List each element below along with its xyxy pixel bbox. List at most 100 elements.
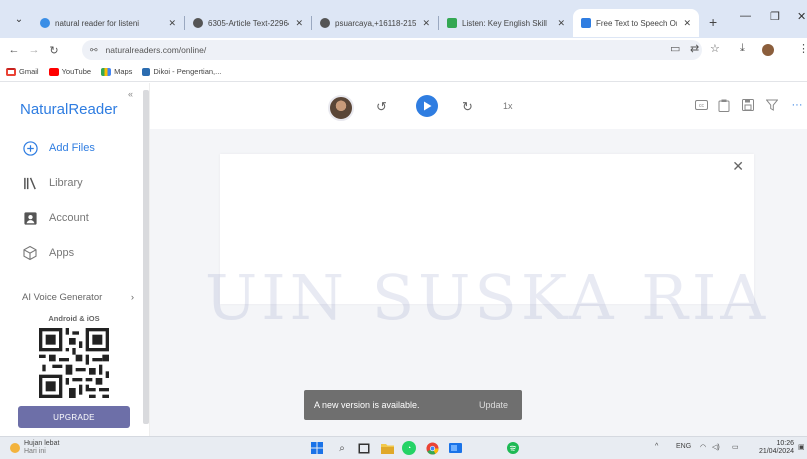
sidebar-item-label: Add Files (49, 142, 95, 154)
globe-icon (193, 18, 203, 28)
more-vertical-icon[interactable]: ⋮ (798, 42, 807, 55)
notification-icon[interactable]: ▣ (798, 443, 805, 451)
bookmark-star-icon[interactable]: ☆ (710, 42, 720, 55)
toast-message: A new version is available. (314, 400, 420, 410)
more-options-icon[interactable]: ··· (790, 98, 804, 112)
download-icon[interactable]: ⤓ (740, 42, 745, 55)
tray-chevron-up-icon[interactable]: ^ (655, 443, 658, 450)
qr-code-icon (39, 328, 109, 398)
bookmark-maps[interactable]: Maps (101, 67, 132, 76)
filter-icon[interactable] (765, 98, 779, 112)
document-icon (447, 18, 457, 28)
apps-icon (22, 245, 38, 261)
url-field[interactable]: ⚯ naturalreaders.com/online/ (82, 40, 702, 60)
sidebar-item-library[interactable]: Library (22, 175, 83, 191)
chrome-icon[interactable] (425, 441, 439, 455)
sidebar-scrollbar[interactable] (143, 90, 149, 424)
upgrade-button[interactable]: UPGRADE (18, 406, 130, 428)
browser-tab-4[interactable]: Listen: Key English Skill ✕ (439, 9, 573, 37)
closed-caption-icon[interactable]: cc (694, 98, 708, 112)
globe-icon (320, 18, 330, 28)
new-tab-plus-icon[interactable]: + (709, 14, 717, 30)
whatsapp-icon[interactable]: ◔ (402, 441, 416, 455)
weather-icon (10, 443, 20, 453)
back-arrow-icon[interactable]: ← (4, 44, 24, 56)
tab-title: natural reader for listeni (55, 18, 140, 28)
url-text: naturalreaders.com/online/ (105, 45, 207, 55)
rewind-icon[interactable]: ↺ (376, 99, 387, 115)
close-window-icon[interactable]: ✕ (797, 10, 806, 23)
voice-avatar[interactable] (328, 95, 354, 121)
logo-text: NaturalReader (20, 101, 118, 118)
site-info-icon[interactable]: ⚯ (90, 45, 98, 56)
browser-tab-1[interactable]: natural reader for listeni ✕ (32, 9, 184, 37)
address-bar-row: ← → ↻ ⚯ naturalreaders.com/online/ ▭ ⇄ ☆… (0, 38, 807, 62)
browser-tab-3[interactable]: psuarcaya,+16118-21555- ✕ (312, 9, 438, 37)
player-toolbar: ↺ ↻ 1x cc ··· (150, 83, 807, 129)
search-icon[interactable]: ⌕ (335, 441, 349, 455)
forward-arrow-icon[interactable]: → (24, 44, 44, 56)
close-icon[interactable]: ✕ (557, 18, 565, 29)
bookmark-label: Gmail (19, 67, 39, 76)
system-clock[interactable]: 10:26 21/04/2024 (752, 440, 794, 456)
naturalreader-logo[interactable]: NaturalReader (20, 101, 118, 118)
windows-taskbar: Hujan lebat Hari ini ⌕ ◔ ^ ENG ◠ ◁) ▭ 10… (0, 436, 807, 459)
android-ios-label: Android & iOS (48, 314, 100, 323)
close-icon[interactable]: ✕ (683, 18, 691, 29)
close-icon[interactable]: ✕ (422, 18, 430, 29)
browser-tab-2[interactable]: 6305-Article Text-22964- ✕ (185, 9, 311, 37)
minimize-icon[interactable]: — (740, 10, 751, 22)
reload-icon[interactable]: ↻ (44, 44, 64, 57)
chevron-right-icon: › (130, 292, 134, 303)
naturalreader-favicon-icon (581, 18, 591, 28)
gmail-icon (6, 67, 16, 76)
tab-title: Free Text to Speech Onli (596, 18, 678, 28)
bookmark-youtube[interactable]: YouTube (48, 67, 92, 76)
language-indicator[interactable]: ENG (676, 443, 691, 450)
volume-icon[interactable]: ◁) (712, 443, 720, 451)
sidebar-item-apps[interactable]: Apps (22, 245, 74, 261)
update-toast: A new version is available. Update (304, 390, 522, 420)
save-icon[interactable] (741, 98, 755, 112)
close-icon[interactable]: ✕ (168, 18, 176, 29)
battery-icon[interactable]: ▭ (732, 443, 739, 451)
maps-icon (101, 67, 112, 76)
toast-update-button[interactable]: Update (479, 400, 508, 410)
sidebar-item-account[interactable]: Account (22, 210, 89, 226)
clock-date: 21/04/2024 (758, 448, 794, 455)
close-icon[interactable]: ✕ (295, 18, 303, 29)
spotify-icon[interactable] (506, 441, 520, 455)
youtube-icon (48, 67, 59, 76)
translate-icon[interactable]: ⇄ (690, 42, 699, 55)
task-view-icon[interactable] (357, 441, 371, 455)
upgrade-label: UPGRADE (53, 412, 95, 422)
chevron-down-icon: ⌄ (14, 13, 24, 25)
windows-start-icon[interactable] (310, 441, 324, 455)
forward-icon[interactable]: ↻ (462, 99, 473, 115)
account-icon (22, 210, 38, 226)
close-icon[interactable]: ✕ (732, 158, 744, 175)
library-icon (22, 175, 38, 191)
tab-title: psuarcaya,+16118-21555- (335, 18, 417, 28)
browser-tab-5-active[interactable]: Free Text to Speech Onli ✕ (573, 9, 699, 37)
plus-circle-icon (22, 140, 38, 156)
tab-search-button[interactable]: ⌄ (6, 9, 32, 29)
maximize-icon[interactable]: ❐ (770, 10, 780, 23)
file-explorer-icon[interactable] (380, 441, 394, 455)
weather-widget[interactable]: Hujan lebat Hari ini (10, 440, 59, 456)
clipboard-icon[interactable] (717, 98, 731, 112)
collapse-sidebar-icon[interactable]: « (128, 89, 133, 99)
cast-icon[interactable]: ▭ (670, 42, 680, 55)
wifi-icon[interactable]: ◠ (700, 443, 706, 451)
profile-avatar[interactable] (762, 44, 774, 56)
bookmark-gmail[interactable]: Gmail (6, 67, 39, 76)
bookmark-label: Dikoi - Pengertian,... (153, 67, 222, 76)
speed-control[interactable]: 1x (503, 101, 513, 111)
play-button[interactable] (416, 95, 438, 117)
bookmark-dikoi[interactable]: Dikoi - Pengertian,... (142, 67, 221, 76)
ai-voice-generator-link[interactable]: AI Voice Generator › (22, 292, 134, 303)
sidebar-item-add-files[interactable]: Add Files (22, 140, 95, 156)
mail-icon[interactable] (448, 441, 462, 455)
sidebar-item-label: Apps (49, 247, 75, 259)
bookmark-label: YouTube (61, 67, 92, 76)
